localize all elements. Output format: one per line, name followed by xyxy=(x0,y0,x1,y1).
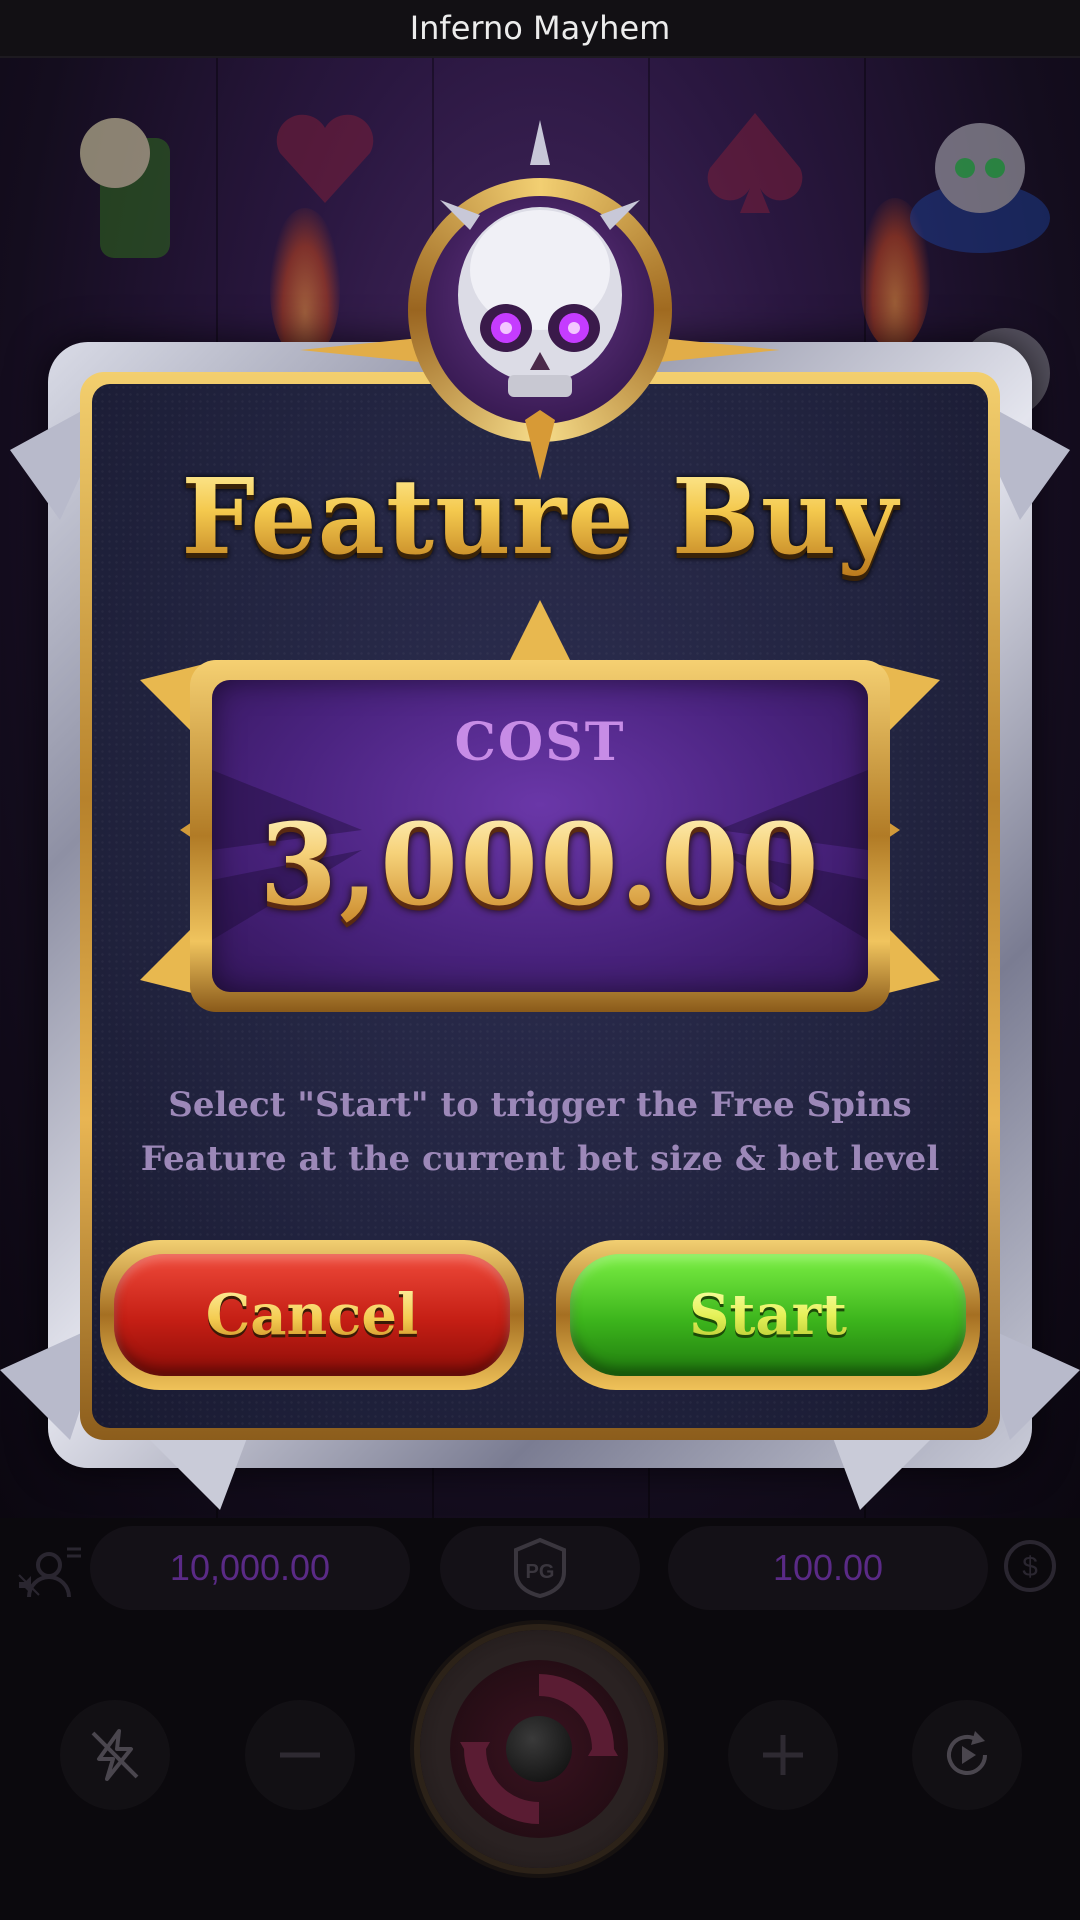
pg-logo-icon: PG xyxy=(514,1537,566,1599)
cancel-button-label: Cancel xyxy=(205,1282,419,1348)
svg-text:$: $ xyxy=(1022,1551,1038,1582)
balance-value: 10,000.00 xyxy=(169,1547,331,1588)
bet-value: 100.00 xyxy=(772,1547,884,1588)
description-line-2: Feature at the current bet size & bet le… xyxy=(140,1139,940,1179)
cost-value: 3,000.00 xyxy=(212,800,868,931)
dollar-coin-icon[interactable]: $ xyxy=(998,1534,1062,1598)
start-button-label: Start xyxy=(689,1282,847,1348)
pg-logo-text: PG xyxy=(526,1561,555,1583)
start-button[interactable]: Start xyxy=(570,1254,966,1376)
balance-display: 10,000.00 xyxy=(90,1526,410,1610)
logo-area: PG xyxy=(440,1526,640,1610)
start-button-frame: Start xyxy=(556,1240,980,1390)
sound-off-icon[interactable] xyxy=(14,1570,44,1600)
spade-symbol-icon xyxy=(707,113,803,213)
spin-button-core xyxy=(506,1716,572,1782)
bet-display[interactable]: 100.00 xyxy=(668,1526,988,1610)
autoplay-icon xyxy=(947,1731,987,1775)
cost-label: COST xyxy=(454,712,626,773)
decrease-bet-button[interactable] xyxy=(245,1700,355,1810)
increase-bet-button[interactable] xyxy=(728,1700,838,1810)
feature-buy-title: Feature Buy xyxy=(0,455,1080,578)
title-bar: Inferno Mayhem xyxy=(0,0,1080,58)
feature-description: Select "Start" to trigger the Free Spins… xyxy=(140,1078,940,1186)
skull-collar-symbol-icon xyxy=(910,123,1050,253)
skull-emblem-icon xyxy=(440,120,640,480)
turbo-button[interactable] xyxy=(60,1700,170,1810)
heart-symbol-icon xyxy=(276,114,374,203)
autoplay-button[interactable] xyxy=(912,1700,1022,1810)
cancel-button-frame: Cancel xyxy=(100,1240,524,1390)
game-title: Inferno Mayhem xyxy=(409,9,671,47)
description-line-1: Select "Start" to trigger the Free Spins xyxy=(168,1085,912,1125)
cancel-button[interactable]: Cancel xyxy=(114,1254,510,1376)
turbo-icon xyxy=(91,1729,139,1781)
potion-symbol-icon xyxy=(80,118,170,258)
plus-icon xyxy=(763,1735,803,1775)
minus-icon xyxy=(280,1752,320,1758)
